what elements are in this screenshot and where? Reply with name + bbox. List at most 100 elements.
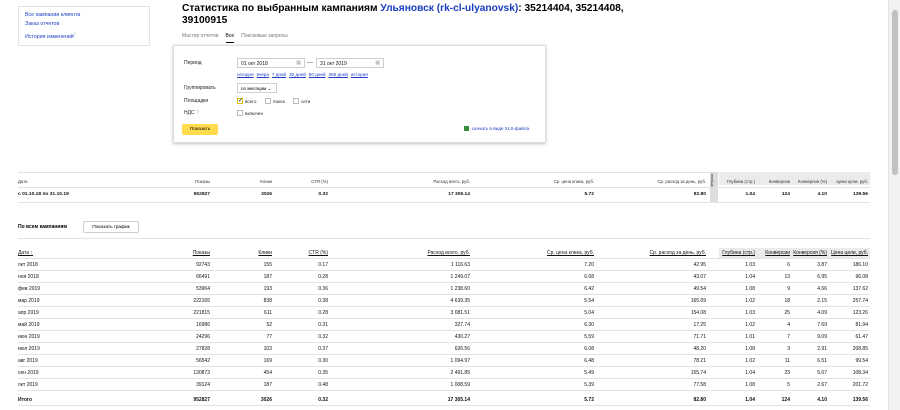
excel-icon [464, 126, 469, 131]
cell-depth: 1.03 [745, 310, 755, 316]
summary-conv-rate: 4.10 [817, 192, 827, 197]
page-scrollbar[interactable] [888, 0, 900, 410]
cell-goal-cost: 99.54 [855, 358, 868, 364]
cell-goal-cost: 139.56 [852, 397, 868, 403]
col-header-conversions[interactable]: Конверсии [756, 250, 790, 256]
preset-7-days[interactable]: 7 дней [272, 72, 286, 77]
cell-impressions: 24296 [196, 334, 210, 340]
col-header-conv-rate[interactable]: Конверсия (%) [791, 250, 827, 256]
summary-impressions: 952827 [193, 192, 210, 197]
cell-date: май 2019 [18, 322, 40, 328]
cell-clicks: 838 [263, 298, 272, 304]
checkbox-icon[interactable] [237, 110, 243, 116]
cell-date: мар 2019 [18, 298, 40, 304]
period-presets: сегодня вчера 7 дней 30 дней 90 дней 365… [237, 72, 368, 77]
cell-clicks: 187 [263, 274, 272, 280]
preset-yesterday[interactable]: вчера [257, 72, 269, 77]
tab-report-master[interactable]: Мастер отчетов [182, 33, 219, 43]
show-graph-button[interactable]: Показать график [83, 221, 139, 233]
cell-daily: 77.58 [693, 382, 706, 388]
cell-conversions: 13 [784, 274, 790, 280]
divider [18, 238, 870, 239]
all-campaigns-label: По всем кампаниям [18, 224, 68, 230]
col-header-goal-cost[interactable]: Цена цели, руб. [828, 250, 868, 256]
checkbox-icon[interactable] [265, 98, 271, 104]
cell-clicks: 187 [263, 382, 272, 388]
tab-all[interactable]: Все [225, 33, 235, 43]
cell-goal-cost: 208.85 [852, 346, 868, 352]
preset-today[interactable]: сегодня [237, 72, 254, 77]
col-header-cpc[interactable]: Ср. цена клика, руб. [500, 250, 594, 256]
cell-conv-rate: 2.67 [817, 382, 827, 388]
vat-checkbox[interactable]: включен [237, 110, 263, 116]
group-label: Группировать [184, 85, 216, 91]
divider [18, 405, 870, 406]
cell-depth: 1.03 [745, 262, 755, 268]
summary-conversions: 124 [781, 192, 790, 197]
summary-depth: 1.04 [745, 192, 755, 197]
cell-daily: 43.07 [693, 274, 706, 280]
preset-history[interactable]: история [351, 72, 368, 77]
platform-net-checkbox[interactable]: сети [293, 98, 310, 104]
cell-cpc: 6.68 [584, 274, 594, 280]
col-header-clicks[interactable]: Клики [215, 250, 272, 256]
col-header-date-label[interactable]: Дата [18, 250, 29, 256]
nav-history-link[interactable]: История изменений? [25, 29, 143, 42]
cell-conversions: 11 [784, 358, 790, 364]
summary-header-ctr: CTR (%) [311, 179, 328, 184]
xls-link-label[interactable]: скачать в виде XLS-файла [472, 126, 529, 131]
group-select[interactable]: по месяцам ⌄ [237, 83, 277, 93]
cell-daily: 78.21 [693, 358, 706, 364]
filter-panel: Период 01 окт 2018 ▦ — 31 окт 2019 ▦ сег… [173, 45, 546, 143]
cell-clicks: 193 [263, 286, 272, 292]
cell-spend: 1 008.59 [450, 382, 470, 388]
show-button[interactable]: Показать [182, 124, 218, 135]
summary-daily: 82.80 [693, 192, 706, 197]
col-header-date[interactable]: Дата ↑ [18, 250, 33, 256]
cell-daily: 49.54 [693, 286, 706, 292]
cell-depth: 1.04 [745, 274, 755, 280]
preset-30-days[interactable]: 30 дней [289, 72, 306, 77]
col-header-impressions[interactable]: Показы [150, 250, 210, 256]
nav-order-reports-link[interactable]: Заказ отчетов [25, 20, 143, 29]
cell-cpc: 6.08 [584, 346, 594, 352]
scrollbar-thumb[interactable] [892, 10, 898, 175]
cell-goal-cost: 96.08 [855, 274, 868, 280]
summary-period: с 01.10.18 по 31.10.19 [18, 192, 69, 197]
col-header-spend[interactable]: Расход всего, руб. [370, 250, 470, 256]
vat-label-wrap: НДС ? [184, 110, 199, 116]
cell-conversions: 9 [787, 286, 790, 292]
preset-365-days[interactable]: 365 дней [329, 72, 348, 77]
col-header-ctr[interactable]: CTR (%) [280, 250, 328, 256]
cell-ctr: 0.30 [318, 358, 328, 364]
help-icon[interactable]: ? [196, 110, 199, 116]
cell-depth: 1.02 [745, 322, 755, 328]
checkbox-checked-icon[interactable] [237, 97, 243, 104]
cell-depth: 1.01 [745, 334, 755, 340]
calendar-icon[interactable]: ▦ [375, 60, 380, 66]
cell-cpc: 6.48 [584, 358, 594, 364]
col-header-depth[interactable]: Глубина (стр.) [719, 250, 755, 256]
date-from-input[interactable]: 01 окт 2018 ▦ [237, 58, 305, 68]
xls-download-link[interactable]: скачать в виде XLS-файла [464, 126, 529, 131]
cell-ctr: 0.32 [318, 334, 328, 340]
nav-all-campaigns-link[interactable]: Все кампании клиента [25, 11, 143, 20]
calendar-icon[interactable]: ▦ [296, 60, 301, 66]
platform-search-checkbox[interactable]: поиск [265, 98, 285, 104]
campaign-link[interactable]: Ульяновск (rk-cl-ulyanovsk) [380, 3, 518, 14]
tab-search-queries[interactable]: Поисковые запросы [241, 33, 288, 43]
preset-90-days[interactable]: 90 дней [309, 72, 326, 77]
cell-daily: 71.71 [693, 334, 706, 340]
cell-conv-rate: 6.51 [817, 358, 827, 364]
checkbox-icon[interactable] [293, 98, 299, 104]
col-header-daily[interactable]: Ср. расход за день, руб. [600, 250, 707, 256]
cell-depth: 1.04 [745, 397, 755, 403]
cell-date: ноя 2018 [18, 274, 39, 280]
divider [18, 187, 870, 188]
cell-date: апр 2019 [18, 310, 39, 316]
platform-all-checkbox[interactable]: всего [237, 97, 257, 104]
date-to-input[interactable]: 31 окт 2019 ▦ [316, 58, 384, 68]
nav-history-label[interactable]: История изменений [25, 34, 74, 40]
platform-all-label: всего [245, 98, 257, 104]
summary-header-spend: Расход всего, руб. [433, 179, 470, 184]
